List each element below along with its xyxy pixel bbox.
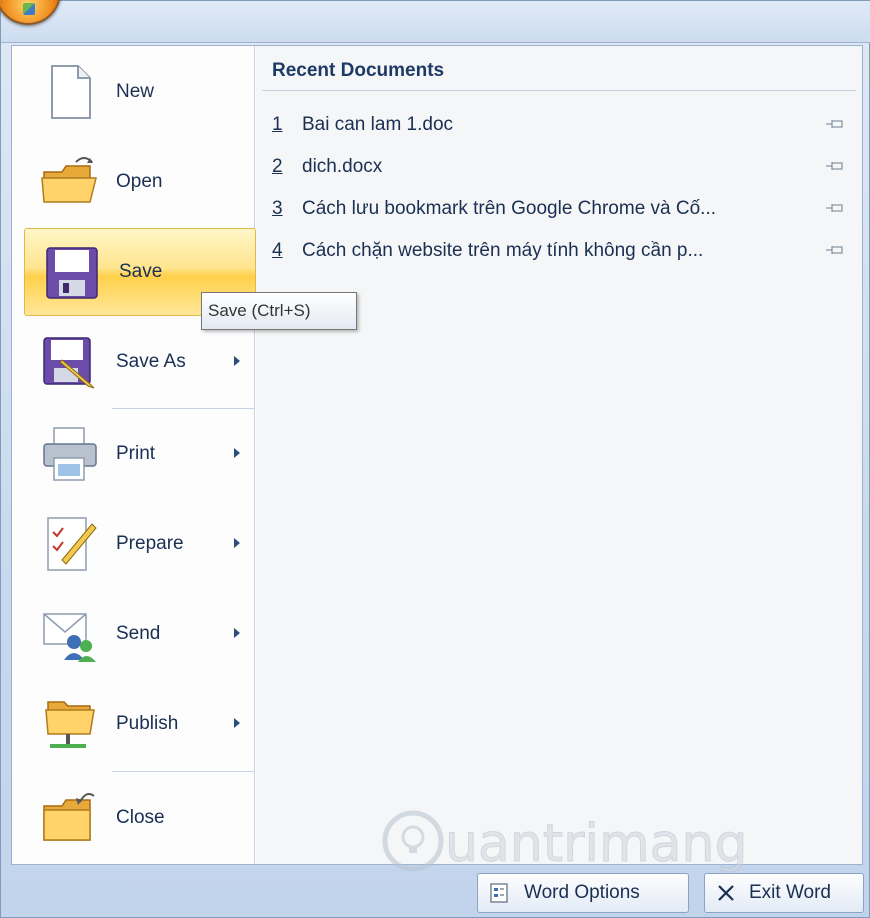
menu-item-label: Close bbox=[116, 807, 165, 828]
menu-item-close[interactable]: Close bbox=[22, 774, 254, 862]
printer-icon bbox=[40, 424, 100, 484]
recent-item-number: 1 bbox=[272, 114, 283, 135]
send-icon bbox=[40, 604, 100, 664]
menu-item-new[interactable]: New bbox=[22, 48, 254, 136]
header-divider bbox=[262, 90, 856, 91]
svg-text:uantrimang: uantrimang bbox=[445, 814, 747, 874]
command-list: New Open Save Save As Print Prepare Send… bbox=[12, 46, 256, 864]
open-folder-icon bbox=[40, 152, 100, 212]
recent-documents-header: Recent Documents bbox=[272, 60, 445, 81]
submenu-arrow-icon bbox=[234, 448, 240, 458]
recent-item-name: dich.docx bbox=[302, 156, 383, 177]
exit-word-label: Exit Word bbox=[749, 882, 832, 903]
close-folder-icon bbox=[40, 788, 100, 848]
pin-icon[interactable] bbox=[826, 118, 844, 130]
quantrimang-watermark-logo: uantrimang bbox=[382, 810, 748, 875]
office-button-icon[interactable] bbox=[0, 0, 61, 25]
recent-document-item[interactable]: 2 dich.docx bbox=[272, 148, 852, 188]
recent-item-name: Cách lưu bookmark trên Google Chrome và … bbox=[302, 198, 717, 219]
menu-item-label: Open bbox=[116, 171, 163, 192]
submenu-arrow-icon bbox=[234, 718, 240, 728]
menu-item-label: Prepare bbox=[116, 533, 184, 554]
floppy-disk-icon bbox=[43, 242, 103, 302]
recent-document-item[interactable]: 4 Cách chặn website trên máy tính không … bbox=[272, 232, 852, 272]
exit-word-button[interactable]: Exit Word bbox=[704, 873, 864, 913]
menu-item-label: Send bbox=[116, 623, 161, 644]
menu-item-label: Print bbox=[116, 443, 156, 464]
recent-item-number: 3 bbox=[272, 198, 283, 219]
menu-separator bbox=[112, 408, 254, 409]
menu-item-print[interactable]: Print bbox=[22, 410, 254, 498]
menu-item-label: Publish bbox=[116, 713, 179, 734]
recent-document-item[interactable]: 3 Cách lưu bookmark trên Google Chrome v… bbox=[272, 190, 852, 230]
submenu-arrow-icon bbox=[234, 628, 240, 638]
office-window: New Open Save Save As Print Prepare Send… bbox=[0, 0, 870, 918]
submenu-arrow-icon bbox=[234, 538, 240, 548]
new-document-icon bbox=[40, 62, 100, 122]
word-options-icon bbox=[490, 883, 508, 903]
recent-item-name: Cách chặn website trên máy tính không cầ… bbox=[302, 240, 704, 261]
pin-icon[interactable] bbox=[826, 244, 844, 256]
menu-item-send[interactable]: Send bbox=[22, 590, 254, 678]
menu-item-save-as[interactable]: Save As bbox=[22, 318, 254, 406]
menu-item-label: Save bbox=[119, 261, 163, 282]
recent-item-number: 4 bbox=[272, 240, 283, 261]
title-bar bbox=[0, 0, 870, 43]
menu-separator bbox=[112, 771, 254, 772]
pin-icon[interactable] bbox=[826, 160, 844, 172]
menu-item-prepare[interactable]: Prepare bbox=[22, 500, 254, 588]
word-options-button[interactable]: Word Options bbox=[477, 873, 689, 913]
office-menu-panel: New Open Save Save As Print Prepare Send… bbox=[11, 45, 863, 865]
menu-item-label: New bbox=[116, 81, 155, 102]
save-as-icon bbox=[40, 332, 100, 392]
submenu-arrow-icon bbox=[234, 356, 240, 366]
menu-item-open[interactable]: Open bbox=[22, 138, 254, 226]
menu-item-label: Save As bbox=[116, 351, 186, 372]
recent-item-name: Bai can lam 1.doc bbox=[302, 114, 454, 135]
save-tooltip: Save (Ctrl+S) bbox=[201, 292, 357, 330]
pin-icon[interactable] bbox=[826, 202, 844, 214]
menu-item-publish[interactable]: Publish bbox=[22, 680, 254, 768]
prepare-icon bbox=[40, 514, 100, 574]
recent-documents-pane: Recent Documents 1 Bai can lam 1.doc 2 d… bbox=[256, 46, 862, 864]
close-x-icon bbox=[718, 885, 734, 901]
word-options-label: Word Options bbox=[524, 882, 640, 903]
recent-item-number: 2 bbox=[272, 156, 283, 177]
publish-icon bbox=[40, 694, 100, 754]
recent-document-item[interactable]: 1 Bai can lam 1.doc bbox=[272, 106, 852, 146]
